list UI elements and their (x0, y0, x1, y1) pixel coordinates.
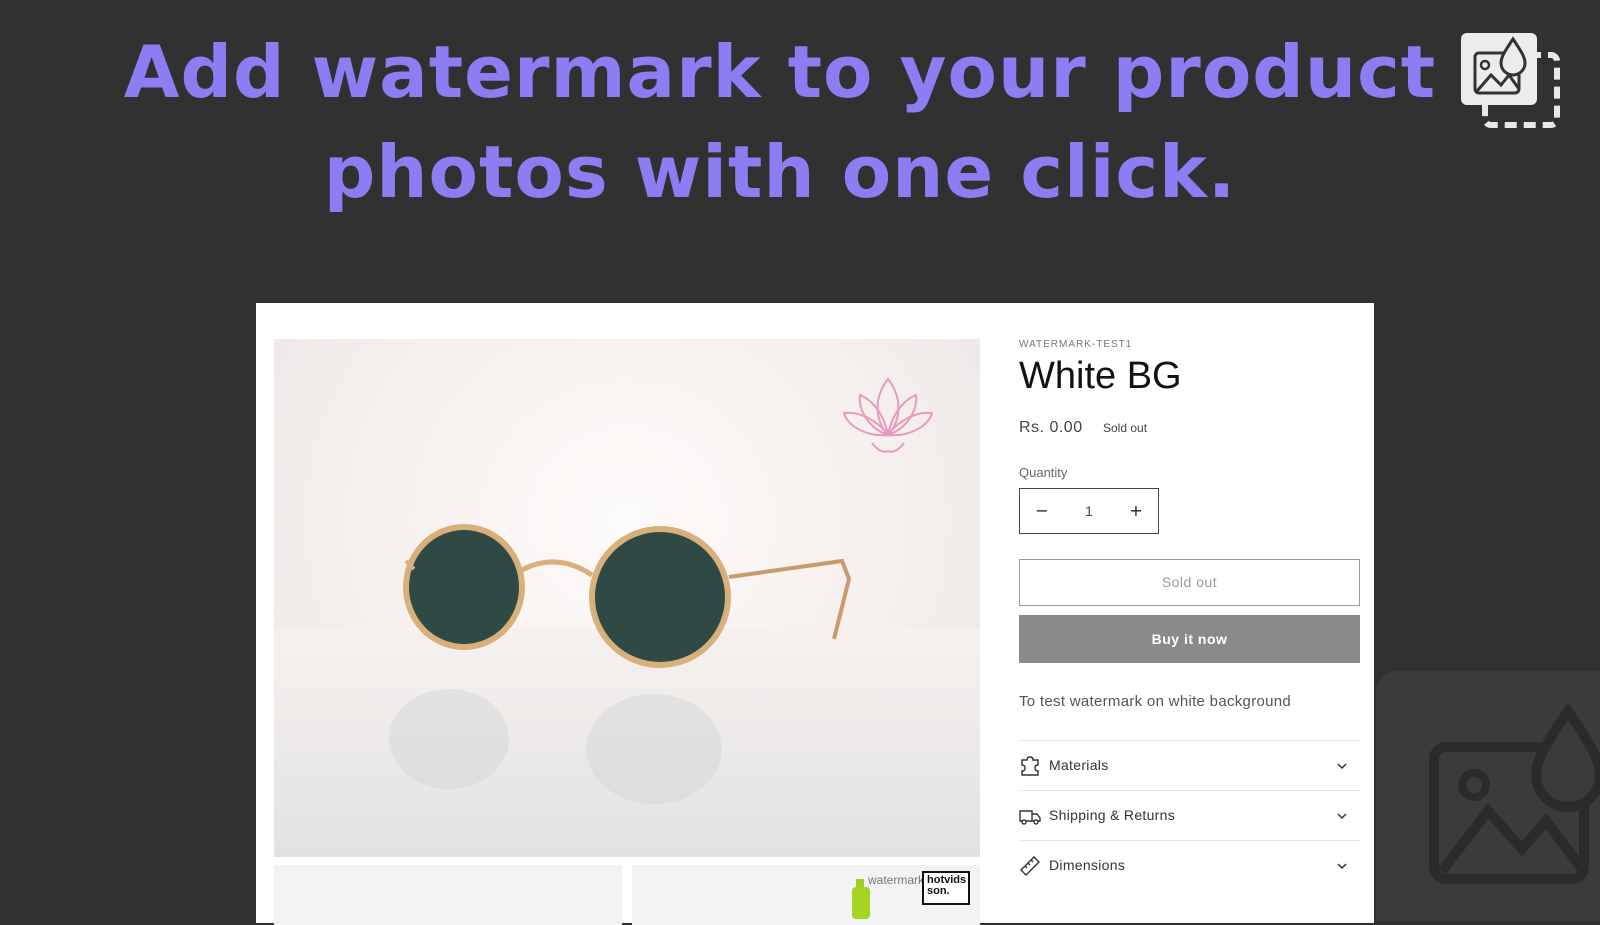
thumbnail-1[interactable] (274, 865, 622, 925)
product-price: Rs. 0.00 (1019, 419, 1083, 436)
accordion-label: Materials (1049, 757, 1109, 773)
thumbnail-strip: watermark-text hotvids son. (274, 865, 980, 925)
chevron-down-icon (1337, 763, 1347, 770)
accordion-label: Shipping & Returns (1049, 807, 1176, 823)
truck-icon (1019, 810, 1041, 825)
buy-it-now-button[interactable]: Buy it now (1019, 615, 1360, 663)
headline-line-1: Add watermark to your product (123, 30, 1437, 114)
accordion-dimensions[interactable]: Dimensions (1019, 840, 1360, 890)
corner-decoration (1376, 671, 1600, 921)
product-description: To test watermark on white background (1019, 693, 1292, 710)
sunglasses-image (274, 377, 980, 857)
accordion-materials[interactable]: Materials (1019, 740, 1360, 790)
quantity-increase-button[interactable]: + (1114, 489, 1158, 533)
puzzle-icon (1021, 756, 1039, 776)
accordion-label: Dimensions (1049, 857, 1126, 873)
chevron-down-icon (1337, 813, 1347, 820)
sold-out-button[interactable]: Sold out (1019, 559, 1360, 606)
quantity-decrease-button[interactable]: − (1020, 489, 1064, 533)
product-vendor: WATERMARK-TEST1 (1019, 339, 1133, 350)
headline-line-2: photos with one click. (323, 130, 1237, 214)
chevron-down-icon (1337, 863, 1347, 870)
thumbnail-2[interactable]: watermark-text hotvids son. (632, 865, 980, 925)
promo-headline: Add watermark to your product photos wit… (0, 22, 1560, 222)
watermark-app-icon (1461, 33, 1561, 129)
product-photo[interactable] (274, 339, 980, 857)
product-accordion: Materials Shipping & Returns Dimensions (1019, 740, 1360, 890)
quantity-input[interactable] (1064, 489, 1114, 533)
accordion-shipping-returns[interactable]: Shipping & Returns (1019, 790, 1360, 840)
product-title: White BG (1019, 355, 1182, 397)
quantity-stepper: − + (1019, 488, 1159, 534)
quantity-label: Quantity (1019, 465, 1068, 480)
ruler-icon (1020, 856, 1040, 876)
watermark-image-icon (1429, 701, 1600, 884)
lotus-watermark-icon (842, 377, 934, 453)
sold-out-badge: Sold out (1103, 421, 1148, 435)
product-page-card: watermark-text hotvids son. WATERMARK-TE… (256, 303, 1374, 925)
